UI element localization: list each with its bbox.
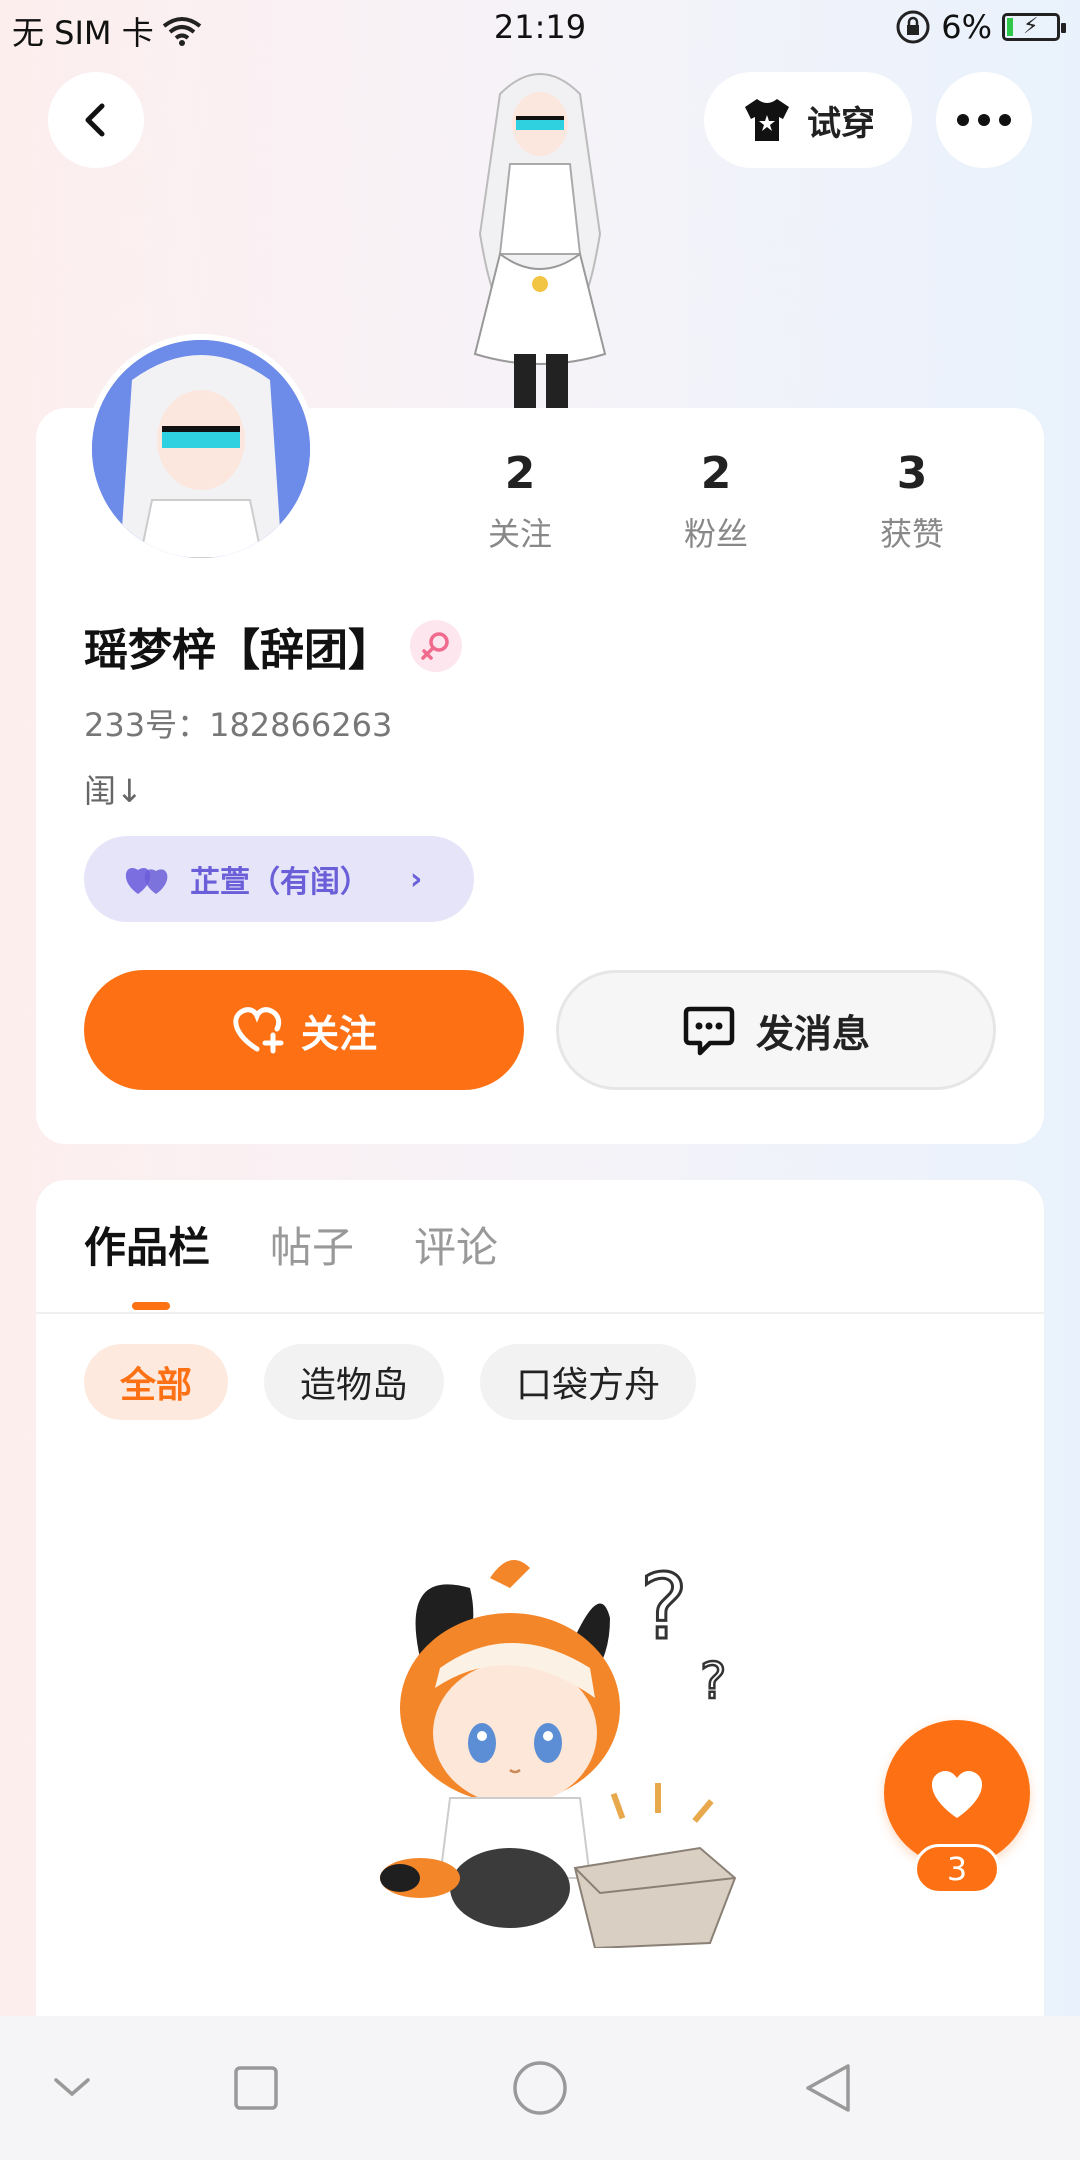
nav-back-button[interactable] — [796, 2056, 860, 2120]
message-label: 发消息 — [755, 1011, 870, 1056]
likes-label: 获赞 — [879, 515, 944, 553]
like-count-badge: 3 — [914, 1844, 1000, 1894]
followers-count: 2 — [700, 448, 732, 499]
tab-works[interactable]: 作品栏 — [84, 1214, 210, 1275]
character-model-image — [430, 54, 650, 410]
user-bio: 闺↓ — [84, 772, 143, 810]
following-label: 关注 — [487, 515, 552, 553]
double-heart-icon — [125, 868, 168, 894]
triangle-back-icon — [806, 2064, 850, 2112]
system-nav-bar — [0, 2016, 1080, 2160]
more-dots-icon — [957, 114, 1011, 126]
nav-hide-button[interactable] — [40, 2056, 104, 2120]
svg-text:?: ? — [640, 1555, 688, 1660]
stat-following[interactable]: 2 关注 — [422, 448, 618, 555]
filter-pocket-ark[interactable]: 口袋方舟 — [480, 1344, 697, 1420]
profile-stats: 2 关注 2 粉丝 3 获赞 — [450, 448, 1010, 555]
try-on-label: 试穿 — [807, 103, 875, 144]
back-button[interactable] — [48, 72, 144, 168]
user-id: 233号：182866263 — [84, 706, 393, 744]
stat-followers[interactable]: 2 粉丝 — [618, 448, 814, 555]
filter-chips: 全部 造物岛 口袋方舟 — [84, 1344, 697, 1420]
tab-divider — [36, 1312, 1044, 1314]
followers-label: 粉丝 — [683, 515, 748, 553]
tab-posts[interactable]: 帖子 — [270, 1214, 354, 1275]
following-count: 2 — [504, 448, 536, 499]
filter-all[interactable]: 全部 — [84, 1344, 229, 1420]
try-on-button[interactable]: 试穿 — [704, 72, 912, 168]
heart-plus-icon — [233, 1007, 284, 1054]
follow-button[interactable]: 关注 — [84, 970, 524, 1090]
chat-bubble-icon — [683, 1006, 735, 1056]
filter-creation-island[interactable]: 造物岛 — [264, 1344, 445, 1420]
nav-home-button[interactable] — [508, 2056, 572, 2120]
circle-icon — [513, 2061, 567, 2115]
battery-icon: ⚡ — [1002, 13, 1066, 41]
rotation-lock-icon — [896, 10, 930, 44]
more-button[interactable] — [936, 72, 1032, 168]
relation-chip[interactable]: 芷萱（有闺） › — [84, 836, 474, 922]
likes-count: 3 — [896, 448, 928, 499]
profile-name: 瑶梦梓【辞团】 — [84, 625, 392, 676]
message-button[interactable]: 发消息 — [556, 970, 996, 1090]
chevron-down-icon — [54, 2078, 90, 2097]
relation-label: 芷萱（有闺） — [190, 865, 370, 900]
heart-icon — [931, 1771, 983, 1818]
status-right: 6% ⚡ — [895, 8, 1066, 46]
tab-comments[interactable]: 评论 — [414, 1214, 498, 1275]
square-icon — [234, 2066, 278, 2110]
nav-recents-button[interactable] — [224, 2056, 288, 2120]
chevron-right-icon: › — [410, 861, 423, 897]
svg-text:?: ? — [700, 1652, 727, 1710]
works-tabs: 作品栏 帖子 评论 — [84, 1214, 498, 1275]
tab-indicator — [132, 1302, 170, 1310]
female-gender-icon — [410, 620, 462, 672]
empty-state-illustration: ? ? — [360, 1548, 760, 1950]
tshirt-icon — [745, 99, 789, 141]
battery-percent: 6% — [941, 8, 992, 46]
chevron-left-icon — [85, 103, 105, 137]
stat-likes[interactable]: 3 获赞 — [814, 448, 1010, 555]
follow-label: 关注 — [300, 1011, 377, 1056]
avatar[interactable] — [86, 334, 316, 564]
name-row: 瑶梦梓【辞团】 — [84, 614, 462, 678]
status-bar: 无 SIM 卡 21:19 6% ⚡ — [0, 0, 1080, 56]
